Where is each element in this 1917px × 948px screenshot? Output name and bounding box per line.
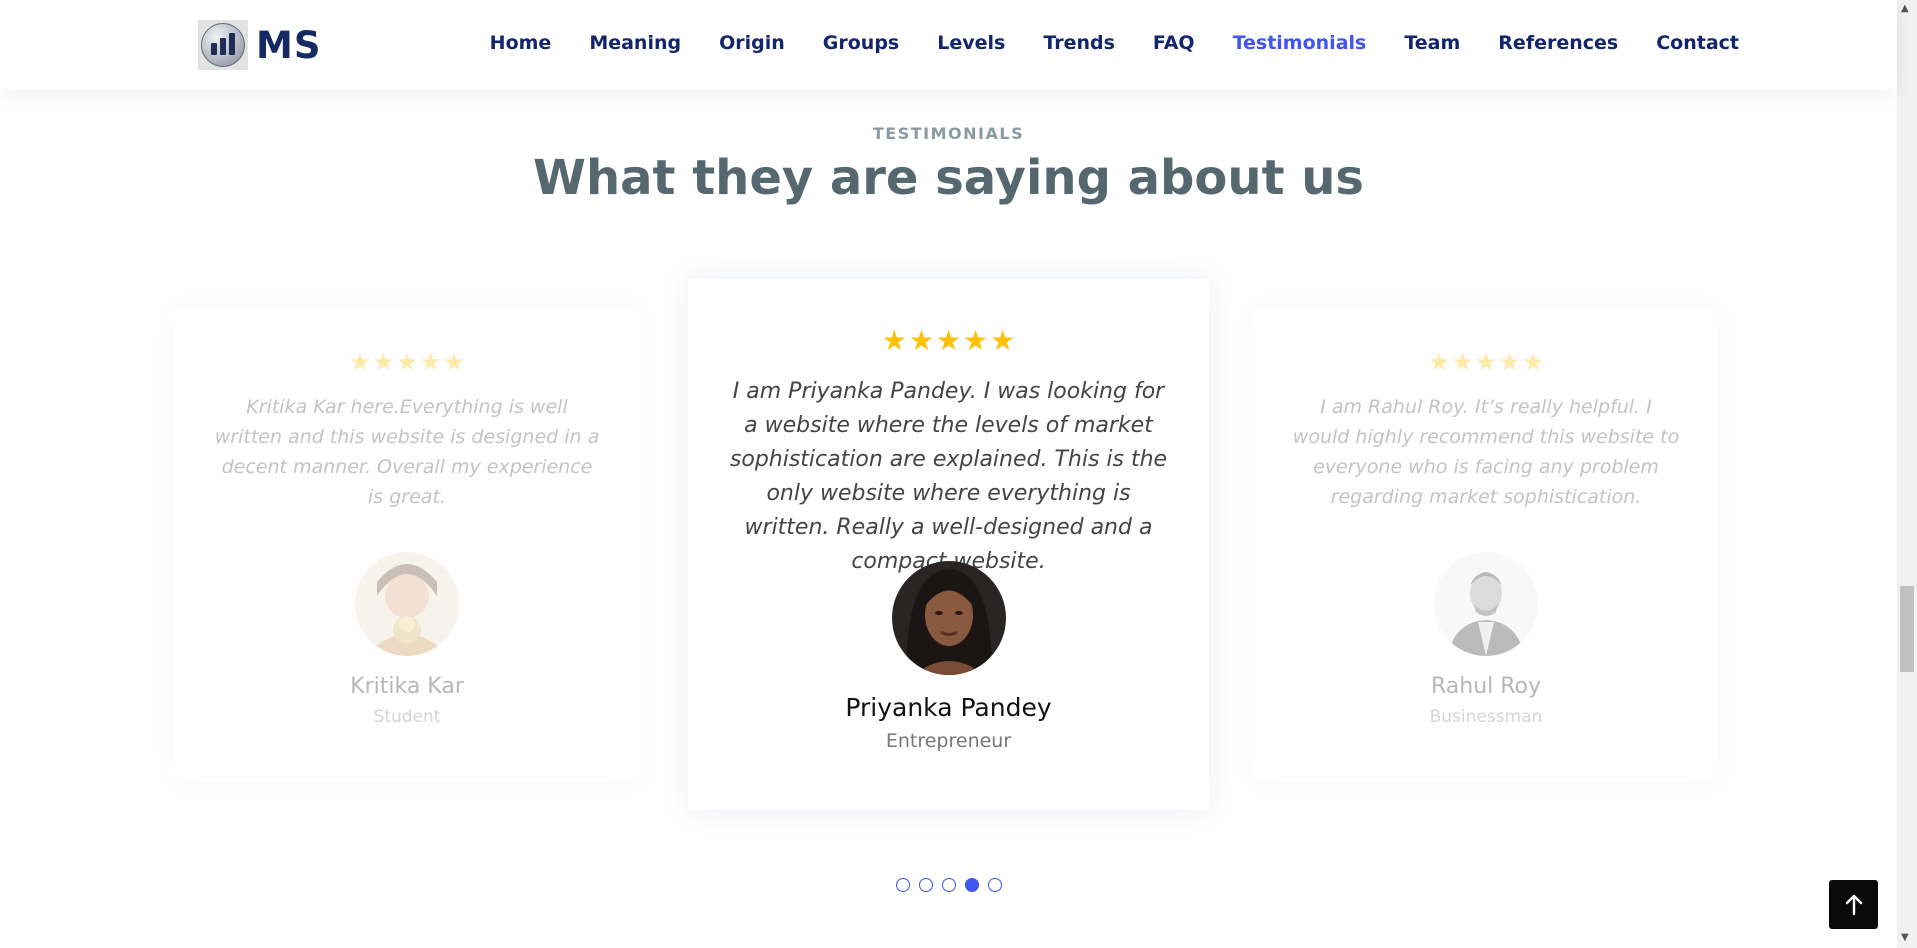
testimonial-card[interactable]: ★ ★ ★ ★ ★ I am Rahul Roy. It’s really he… [1253,308,1719,782]
arrow-up-icon [1845,894,1862,915]
star-icon: ★ [349,348,371,376]
brand-name: MS [256,23,322,67]
testimonial-quote: I am Rahul Roy. It’s really helpful. I w… [1292,396,1680,508]
avatar [1434,552,1538,656]
nav-contact[interactable]: Contact [1656,32,1739,54]
star-icon: ★ [1522,348,1544,376]
star-icon: ★ [1498,348,1521,376]
rating-stars: ★ ★ ★ ★ ★ [174,350,640,374]
back-to-top-button[interactable] [1829,880,1878,929]
star-icon: ★ [881,324,907,357]
testimonial-name: Rahul Roy [1430,674,1542,699]
rating-stars: ★ ★ ★ ★ ★ [1253,350,1719,374]
scrollbar-thumb[interactable] [1900,586,1914,672]
avatar [891,561,1006,675]
testimonial-name: Kritika Kar [350,674,464,699]
logo-icon [198,20,248,70]
star-icon: ★ [419,348,442,376]
nav-testimonials[interactable]: Testimonials [1233,32,1367,54]
logo[interactable]: MS [198,20,321,70]
testimonial-card[interactable]: ★ ★ ★ ★ ★ Kritika Kar here.Everything is… [174,308,640,782]
scroll-down-icon[interactable]: ▼ [1901,932,1909,943]
section-title: What they are saying about us [533,150,1364,206]
nav-trends[interactable]: Trends [1043,32,1115,54]
rating-stars: ★ ★ ★ ★ ★ [688,327,1209,355]
nav-levels[interactable]: Levels [937,32,1005,54]
section-eyebrow: TESTIMONIALS [872,124,1025,143]
testimonial-role: Entrepreneur [885,730,1012,752]
star-icon: ★ [396,348,418,376]
star-icon: ★ [1475,348,1497,376]
testimonial-name: Priyanka Pandey [845,693,1052,722]
page-scrollbar[interactable] [1897,0,1917,948]
star-icon: ★ [935,324,962,357]
testimonial-card-active[interactable]: ★ ★ ★ ★ ★ I am Priyanka Pandey. I was lo… [688,279,1209,810]
scroll-up-icon[interactable]: ▲ [1901,3,1909,14]
carousel-pagination [0,878,1897,892]
testimonial-quote: I am Priyanka Pandey. I was looking for … [729,379,1168,574]
nav-home[interactable]: Home [490,32,552,54]
star-icon: ★ [990,324,1016,357]
nav-origin[interactable]: Origin [719,32,785,54]
star-icon: ★ [372,348,395,376]
testimonial-role: Student [373,707,441,727]
nav-references[interactable]: References [1498,32,1618,54]
carousel-dot[interactable] [918,878,933,892]
carousel-dot[interactable] [895,878,910,892]
avatar [355,552,459,656]
star-icon: ★ [908,324,934,357]
testimonial-role: Businessman [1429,707,1543,727]
carousel-dot[interactable] [987,878,1002,892]
testimonial-quote: Kritika Kar here.Everything is well writ… [214,396,600,508]
nav-faq[interactable]: FAQ [1153,32,1195,54]
nav-team[interactable]: Team [1404,32,1460,54]
site-header: MS Home Meaning Origin Groups Levels Tre… [0,0,1897,90]
carousel-dot-active[interactable] [964,878,979,892]
main-nav: Home Meaning Origin Groups Levels Trends… [452,32,1739,54]
star-icon: ★ [963,324,989,357]
star-icon: ★ [1428,348,1450,376]
star-icon: ★ [443,348,465,376]
nav-meaning[interactable]: Meaning [589,32,681,54]
star-icon: ★ [1451,348,1474,376]
carousel-dot[interactable] [941,878,956,892]
nav-groups[interactable]: Groups [823,32,899,54]
